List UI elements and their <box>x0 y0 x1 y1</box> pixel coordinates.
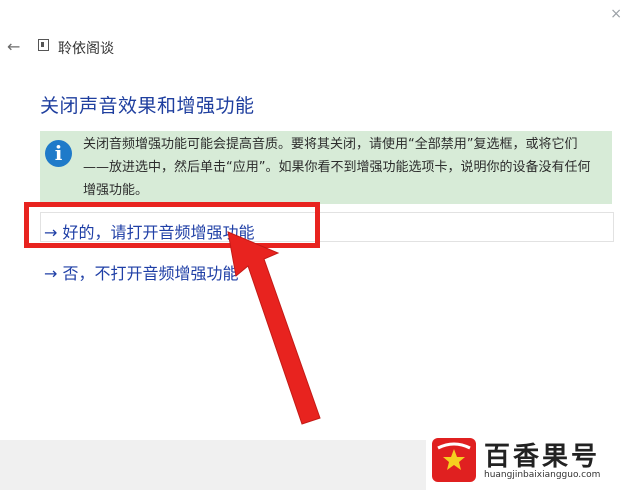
watermark-url: huangjinbaixiangguo.com <box>484 470 601 480</box>
pointer-arrow-annotation <box>227 231 321 425</box>
watermark-name: 百香果号 <box>484 442 601 472</box>
watermark-logo <box>432 438 476 482</box>
watermark: 百香果号 huangjinbaixiangguo.com <box>426 432 636 490</box>
